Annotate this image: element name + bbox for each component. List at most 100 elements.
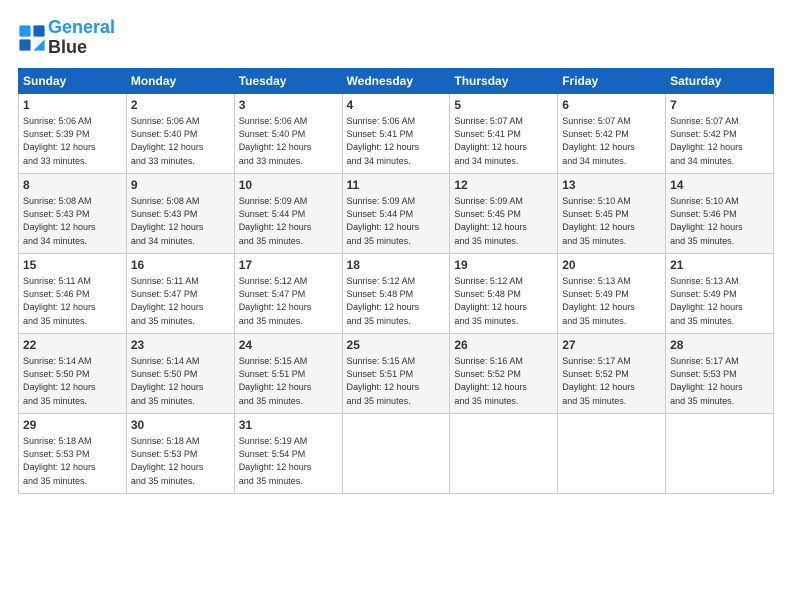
day-number: 26 — [454, 337, 553, 354]
day-info: Sunrise: 5:16 AM Sunset: 5:52 PM Dayligh… — [454, 355, 553, 407]
calendar-cell: 7Sunrise: 5:07 AM Sunset: 5:42 PM Daylig… — [666, 93, 774, 173]
day-number: 18 — [347, 257, 446, 274]
weekday-header: Monday — [126, 68, 234, 93]
weekday-header: Saturday — [666, 68, 774, 93]
calendar-cell: 17Sunrise: 5:12 AM Sunset: 5:47 PM Dayli… — [234, 253, 342, 333]
header: General Blue — [18, 18, 774, 58]
day-info: Sunrise: 5:13 AM Sunset: 5:49 PM Dayligh… — [670, 275, 769, 327]
calendar-cell — [450, 413, 558, 493]
day-info: Sunrise: 5:11 AM Sunset: 5:46 PM Dayligh… — [23, 275, 122, 327]
day-info: Sunrise: 5:07 AM Sunset: 5:42 PM Dayligh… — [670, 115, 769, 167]
calendar-cell: 22Sunrise: 5:14 AM Sunset: 5:50 PM Dayli… — [19, 333, 127, 413]
day-number: 7 — [670, 97, 769, 114]
day-number: 20 — [562, 257, 661, 274]
day-info: Sunrise: 5:09 AM Sunset: 5:44 PM Dayligh… — [347, 195, 446, 247]
day-info: Sunrise: 5:11 AM Sunset: 5:47 PM Dayligh… — [131, 275, 230, 327]
calendar-cell: 19Sunrise: 5:12 AM Sunset: 5:48 PM Dayli… — [450, 253, 558, 333]
day-number: 30 — [131, 417, 230, 434]
day-number: 2 — [131, 97, 230, 114]
logo-icon — [18, 24, 46, 52]
day-info: Sunrise: 5:13 AM Sunset: 5:49 PM Dayligh… — [562, 275, 661, 327]
weekday-header: Tuesday — [234, 68, 342, 93]
day-number: 29 — [23, 417, 122, 434]
day-number: 25 — [347, 337, 446, 354]
calendar-cell: 28Sunrise: 5:17 AM Sunset: 5:53 PM Dayli… — [666, 333, 774, 413]
day-info: Sunrise: 5:07 AM Sunset: 5:41 PM Dayligh… — [454, 115, 553, 167]
calendar-cell: 5Sunrise: 5:07 AM Sunset: 5:41 PM Daylig… — [450, 93, 558, 173]
calendar-cell: 27Sunrise: 5:17 AM Sunset: 5:52 PM Dayli… — [558, 333, 666, 413]
calendar-cell: 10Sunrise: 5:09 AM Sunset: 5:44 PM Dayli… — [234, 173, 342, 253]
day-info: Sunrise: 5:09 AM Sunset: 5:44 PM Dayligh… — [239, 195, 338, 247]
weekday-header: Sunday — [19, 68, 127, 93]
day-number: 21 — [670, 257, 769, 274]
day-number: 15 — [23, 257, 122, 274]
day-info: Sunrise: 5:15 AM Sunset: 5:51 PM Dayligh… — [347, 355, 446, 407]
day-info: Sunrise: 5:10 AM Sunset: 5:45 PM Dayligh… — [562, 195, 661, 247]
day-number: 5 — [454, 97, 553, 114]
weekday-header: Wednesday — [342, 68, 450, 93]
day-info: Sunrise: 5:06 AM Sunset: 5:40 PM Dayligh… — [239, 115, 338, 167]
day-number: 19 — [454, 257, 553, 274]
day-info: Sunrise: 5:10 AM Sunset: 5:46 PM Dayligh… — [670, 195, 769, 247]
day-info: Sunrise: 5:15 AM Sunset: 5:51 PM Dayligh… — [239, 355, 338, 407]
calendar-cell: 1Sunrise: 5:06 AM Sunset: 5:39 PM Daylig… — [19, 93, 127, 173]
calendar-cell: 12Sunrise: 5:09 AM Sunset: 5:45 PM Dayli… — [450, 173, 558, 253]
day-info: Sunrise: 5:12 AM Sunset: 5:48 PM Dayligh… — [454, 275, 553, 327]
calendar-cell: 31Sunrise: 5:19 AM Sunset: 5:54 PM Dayli… — [234, 413, 342, 493]
calendar-cell: 20Sunrise: 5:13 AM Sunset: 5:49 PM Dayli… — [558, 253, 666, 333]
calendar-cell: 29Sunrise: 5:18 AM Sunset: 5:53 PM Dayli… — [19, 413, 127, 493]
calendar-cell — [558, 413, 666, 493]
calendar-week-row: 22Sunrise: 5:14 AM Sunset: 5:50 PM Dayli… — [19, 333, 774, 413]
logo: General Blue — [18, 18, 115, 58]
calendar-cell: 16Sunrise: 5:11 AM Sunset: 5:47 PM Dayli… — [126, 253, 234, 333]
day-info: Sunrise: 5:17 AM Sunset: 5:53 PM Dayligh… — [670, 355, 769, 407]
day-number: 9 — [131, 177, 230, 194]
day-info: Sunrise: 5:14 AM Sunset: 5:50 PM Dayligh… — [23, 355, 122, 407]
calendar-cell: 2Sunrise: 5:06 AM Sunset: 5:40 PM Daylig… — [126, 93, 234, 173]
day-number: 8 — [23, 177, 122, 194]
day-number: 28 — [670, 337, 769, 354]
day-info: Sunrise: 5:08 AM Sunset: 5:43 PM Dayligh… — [23, 195, 122, 247]
weekday-header: Friday — [558, 68, 666, 93]
calendar-cell: 15Sunrise: 5:11 AM Sunset: 5:46 PM Dayli… — [19, 253, 127, 333]
day-number: 31 — [239, 417, 338, 434]
day-info: Sunrise: 5:12 AM Sunset: 5:48 PM Dayligh… — [347, 275, 446, 327]
day-number: 23 — [131, 337, 230, 354]
day-number: 16 — [131, 257, 230, 274]
calendar-cell: 4Sunrise: 5:06 AM Sunset: 5:41 PM Daylig… — [342, 93, 450, 173]
logo-text: General Blue — [48, 18, 115, 58]
day-number: 17 — [239, 257, 338, 274]
day-info: Sunrise: 5:18 AM Sunset: 5:53 PM Dayligh… — [131, 435, 230, 487]
day-info: Sunrise: 5:07 AM Sunset: 5:42 PM Dayligh… — [562, 115, 661, 167]
calendar-cell — [342, 413, 450, 493]
calendar-cell: 30Sunrise: 5:18 AM Sunset: 5:53 PM Dayli… — [126, 413, 234, 493]
day-info: Sunrise: 5:14 AM Sunset: 5:50 PM Dayligh… — [131, 355, 230, 407]
day-number: 3 — [239, 97, 338, 114]
calendar-cell: 11Sunrise: 5:09 AM Sunset: 5:44 PM Dayli… — [342, 173, 450, 253]
calendar-header-row: SundayMondayTuesdayWednesdayThursdayFrid… — [19, 68, 774, 93]
day-info: Sunrise: 5:12 AM Sunset: 5:47 PM Dayligh… — [239, 275, 338, 327]
calendar-cell: 25Sunrise: 5:15 AM Sunset: 5:51 PM Dayli… — [342, 333, 450, 413]
calendar-cell: 18Sunrise: 5:12 AM Sunset: 5:48 PM Dayli… — [342, 253, 450, 333]
calendar-cell: 26Sunrise: 5:16 AM Sunset: 5:52 PM Dayli… — [450, 333, 558, 413]
day-info: Sunrise: 5:09 AM Sunset: 5:45 PM Dayligh… — [454, 195, 553, 247]
day-info: Sunrise: 5:17 AM Sunset: 5:52 PM Dayligh… — [562, 355, 661, 407]
calendar-cell: 6Sunrise: 5:07 AM Sunset: 5:42 PM Daylig… — [558, 93, 666, 173]
calendar-week-row: 29Sunrise: 5:18 AM Sunset: 5:53 PM Dayli… — [19, 413, 774, 493]
day-number: 10 — [239, 177, 338, 194]
day-number: 11 — [347, 177, 446, 194]
weekday-header: Thursday — [450, 68, 558, 93]
calendar-cell: 23Sunrise: 5:14 AM Sunset: 5:50 PM Dayli… — [126, 333, 234, 413]
calendar-week-row: 1Sunrise: 5:06 AM Sunset: 5:39 PM Daylig… — [19, 93, 774, 173]
calendar-cell: 13Sunrise: 5:10 AM Sunset: 5:45 PM Dayli… — [558, 173, 666, 253]
calendar-cell — [666, 413, 774, 493]
day-info: Sunrise: 5:18 AM Sunset: 5:53 PM Dayligh… — [23, 435, 122, 487]
calendar-week-row: 15Sunrise: 5:11 AM Sunset: 5:46 PM Dayli… — [19, 253, 774, 333]
calendar-cell: 24Sunrise: 5:15 AM Sunset: 5:51 PM Dayli… — [234, 333, 342, 413]
calendar-cell: 14Sunrise: 5:10 AM Sunset: 5:46 PM Dayli… — [666, 173, 774, 253]
day-number: 4 — [347, 97, 446, 114]
calendar-table: SundayMondayTuesdayWednesdayThursdayFrid… — [18, 68, 774, 494]
day-number: 24 — [239, 337, 338, 354]
calendar-cell: 9Sunrise: 5:08 AM Sunset: 5:43 PM Daylig… — [126, 173, 234, 253]
day-info: Sunrise: 5:06 AM Sunset: 5:41 PM Dayligh… — [347, 115, 446, 167]
